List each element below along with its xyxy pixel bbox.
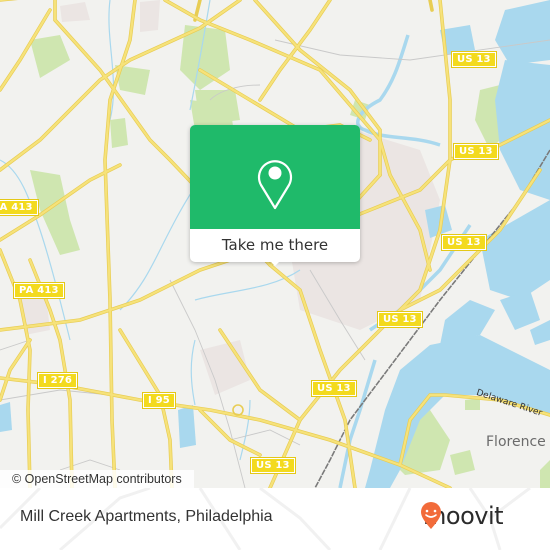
route-shield-i276: I 276	[36, 372, 79, 389]
map-pin-icon	[257, 160, 293, 210]
route-shield-pa413: PA 413	[13, 282, 65, 299]
location-popup[interactable]: Take me there	[190, 125, 360, 266]
moovit-smile-pin-icon	[421, 502, 441, 529]
footer-bar: Mill Creek Apartments, Philadelphia moov…	[0, 488, 550, 550]
location-title: Mill Creek Apartments, Philadelphia	[20, 508, 273, 525]
route-shield-us13: US 13	[451, 51, 497, 68]
interchange-loop	[232, 404, 244, 416]
route-shield-us13: US 13	[250, 457, 296, 474]
popup-pointer	[268, 259, 282, 266]
route-shield-us13: US 13	[377, 311, 423, 328]
take-me-there-button[interactable]: Take me there	[190, 229, 360, 262]
popup-header	[190, 125, 360, 229]
map-canvas[interactable]: US 13 US 13 US 13 US 13 US 13 US 13 PA 4…	[0, 0, 550, 488]
moovit-logo[interactable]: moovit	[420, 502, 504, 530]
route-shield-us13: US 13	[453, 143, 499, 160]
route-shield-us13: US 13	[311, 380, 357, 397]
route-shield-i95: I 95	[142, 392, 176, 409]
route-shield-pa413: PA 413	[0, 199, 39, 216]
route-shield-us13: US 13	[441, 234, 487, 251]
map-attribution[interactable]: © OpenStreetMap contributors	[0, 470, 194, 488]
town-label: Florence	[486, 434, 546, 450]
